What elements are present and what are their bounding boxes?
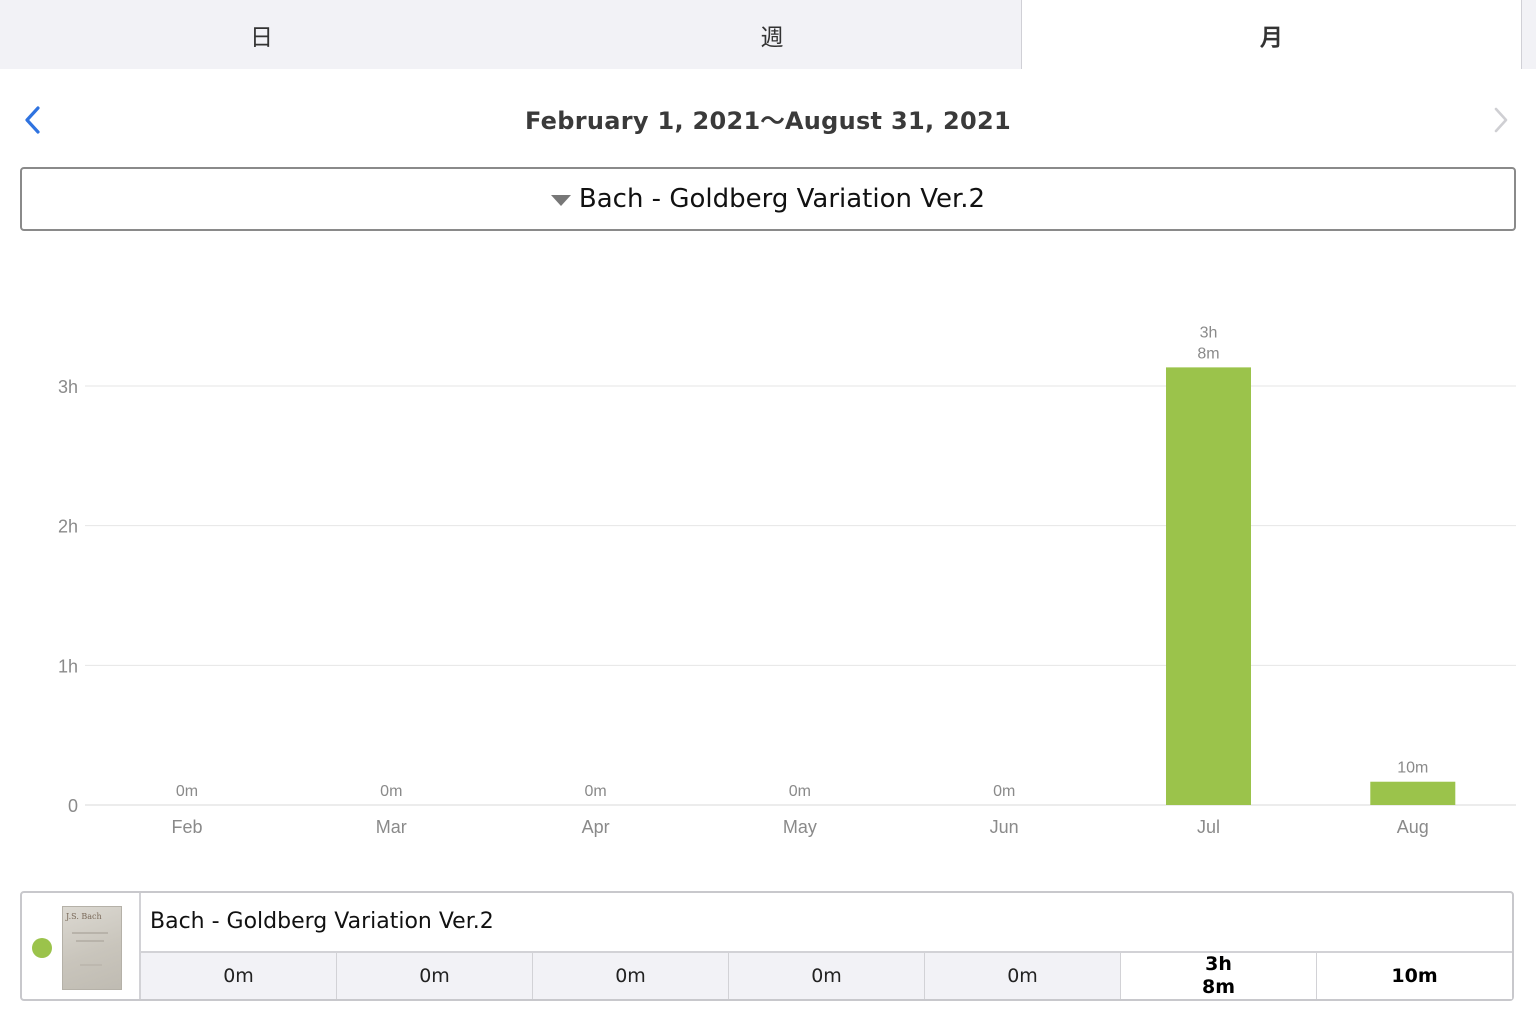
x-tick-label: Aug [1397,817,1429,837]
summary-cell: 0m [729,953,925,999]
x-tick-label: Mar [376,817,407,837]
score-thumbnail-image: J.S. Bach [62,906,122,990]
practice-time-bar-chart: 0 1h 2h 3h 0m Feb 0m Mar 0m Apr 0m May 0m Jun 3h 8m Jul 1… [58,324,1516,837]
x-tick-label: Jun [990,817,1019,837]
bar-value-label: 0m [176,783,198,800]
monthly-time-cells: 0m 0m 0m 0m 0m 3h 8m 10m [141,951,1512,999]
tab-week[interactable]: 週 [523,0,1021,69]
tab-spacer [1522,0,1536,69]
summary-cell: 0m [141,953,337,999]
y-tick-label: 0 [68,796,78,816]
bar-value-label: 0m [584,783,606,800]
x-tick-label: May [783,817,817,837]
series-color-dot [32,938,52,958]
bar [1166,367,1251,805]
next-period-button[interactable] [1486,102,1518,138]
bar-value-label: 0m [789,783,811,800]
caret-down-icon [550,195,571,206]
previous-period-button[interactable] [18,102,50,138]
date-range-label: February 1, 2021〜August 31, 2021 [524,107,1012,135]
piece-selector-dropdown[interactable]: Bach - Goldberg Variation Ver.2 [20,167,1516,231]
bar-value-label: 3h 8m [1197,324,1219,362]
thumbnail-title: J.S. Bach [66,912,102,921]
bar-value-label: 10m [1397,760,1428,777]
piece-selector-label: Bach - Goldberg Variation Ver.2 [578,184,986,214]
chevron-right-icon [1494,107,1508,133]
piece-summary-table: J.S. Bach Bach - Goldberg Variation Ver.… [20,891,1514,1001]
summary-cell: 10m [1317,953,1512,999]
summary-cell: 0m [337,953,533,999]
bar-value-label: 0m [380,783,402,800]
y-tick-label: 3h [58,377,78,397]
bar [1370,781,1456,805]
x-tick-label: Jul [1197,817,1220,837]
bar-value-label: 0m [993,783,1015,800]
x-tick-label: Feb [171,817,202,837]
y-tick-label: 1h [58,656,78,676]
tab-month[interactable]: 月 [1021,0,1522,69]
y-tick-label: 2h [58,517,78,537]
summary-piece-title: Bach - Goldberg Variation Ver.2 [150,909,494,934]
summary-cell: 0m [925,953,1121,999]
x-tick-label: Apr [582,817,610,837]
chevron-left-icon [25,106,40,134]
summary-cell: 3h 8m [1121,953,1317,999]
tab-day[interactable]: 日 [0,0,523,69]
summary-cell: 0m [533,953,729,999]
period-tabs: 日 週 月 [0,0,1536,69]
